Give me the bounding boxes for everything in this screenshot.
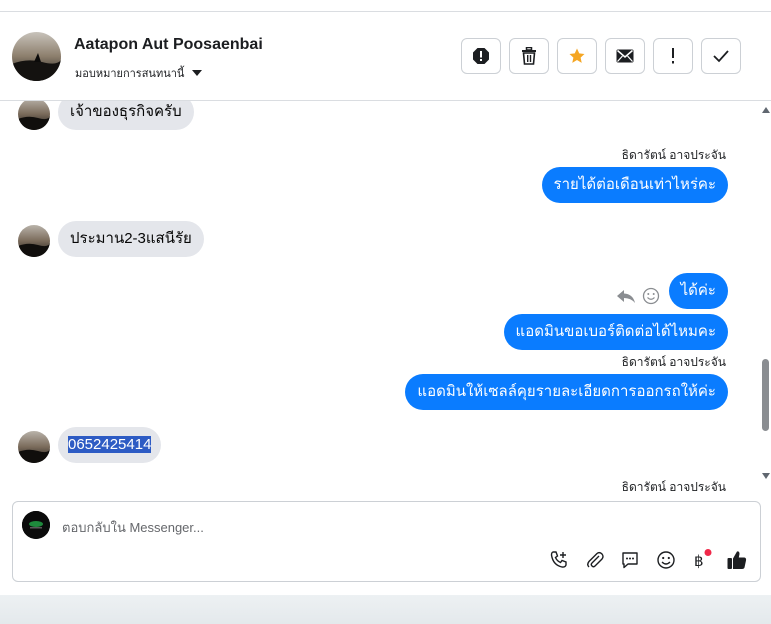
contact-avatar-small[interactable]: [18, 431, 50, 463]
phone-number-text[interactable]: 0652425414: [68, 436, 152, 453]
message-bubble-outgoing[interactable]: ได้ค่ะ: [668, 273, 728, 309]
chat-bubble-icon[interactable]: [619, 549, 641, 571]
report-spam-button[interactable]: [461, 38, 501, 74]
page-avatar: [22, 511, 50, 539]
message-bubble-incoming[interactable]: ประมาน2-3แสนีรัย: [58, 221, 204, 257]
call-add-icon[interactable]: [548, 549, 570, 571]
svg-text:฿: ฿: [694, 552, 704, 570]
message-thread[interactable]: เจ้าของธุรกิจครับ ธิดารัตน์ อาจประจัน รา…: [0, 101, 759, 491]
trash-icon: [522, 47, 536, 65]
react-emoji-icon[interactable]: [642, 287, 660, 305]
top-border: [0, 0, 771, 12]
sender-name: ธิดารัตน์ อาจประจัน: [621, 480, 726, 491]
message-bubble-outgoing[interactable]: แอดมินขอเบอร์ติดต่อได้ไหมคะ: [503, 314, 728, 350]
mark-important-button[interactable]: [653, 38, 693, 74]
mark-done-button[interactable]: [701, 38, 741, 74]
message-bubble-incoming[interactable]: เจ้าของธุรกิจครับ: [58, 101, 194, 130]
sender-name: ธิดารัตน์ อาจประจัน: [621, 148, 726, 162]
scroll-up-arrow-icon[interactable]: [762, 107, 770, 113]
reply-input[interactable]: ตอบกลับใน Messenger...: [62, 517, 204, 538]
thread-scrollbar[interactable]: [760, 101, 771, 491]
star-icon: [569, 48, 585, 63]
message-hover-actions: [616, 287, 660, 305]
baht-icon[interactable]: ฿: [690, 549, 712, 571]
emoji-icon[interactable]: [655, 549, 677, 571]
conversation-header: Aatapon Aut Poosaenbai มอบหมายการสนทนานี…: [0, 12, 771, 101]
sender-name: ธิดารัตน์ อาจประจัน: [621, 355, 726, 369]
message-bubble-outgoing[interactable]: รายได้ต่อเดือนเท่าไหร่คะ: [541, 167, 728, 203]
assign-conversation-dropdown[interactable]: มอบหมายการสนทนานี้: [75, 64, 203, 82]
chevron-down-icon: [192, 70, 203, 76]
contact-name[interactable]: Aatapon Aut Poosaenbai: [74, 36, 263, 54]
star-button[interactable]: [557, 38, 597, 74]
delete-button[interactable]: [509, 38, 549, 74]
reply-composer[interactable]: ตอบกลับใน Messenger... ฿: [12, 501, 761, 582]
exclamation-icon: [672, 48, 674, 64]
assign-label: มอบหมายการสนทนานี้: [75, 68, 185, 80]
page-footer-strip: [0, 595, 771, 624]
reply-icon[interactable]: [616, 288, 636, 304]
message-bubble-incoming[interactable]: 0652425414: [58, 427, 162, 463]
mark-unread-button[interactable]: [605, 38, 645, 74]
paperclip-icon[interactable]: [584, 549, 606, 571]
contact-avatar[interactable]: [12, 32, 61, 81]
scrollbar-thumb[interactable]: [762, 359, 769, 431]
message-bubble-outgoing[interactable]: แอดมินให้เซลล์คุยรายละเอียดการออกรถให้ค่…: [405, 374, 728, 410]
scroll-down-arrow-icon[interactable]: [762, 473, 770, 479]
contact-avatar-small[interactable]: [18, 225, 50, 257]
contact-avatar-small[interactable]: [18, 101, 50, 130]
envelope-icon: [616, 49, 634, 63]
thumbs-up-icon[interactable]: [726, 549, 748, 571]
report-spam-icon: [473, 48, 489, 64]
checkmark-icon: [713, 50, 729, 63]
